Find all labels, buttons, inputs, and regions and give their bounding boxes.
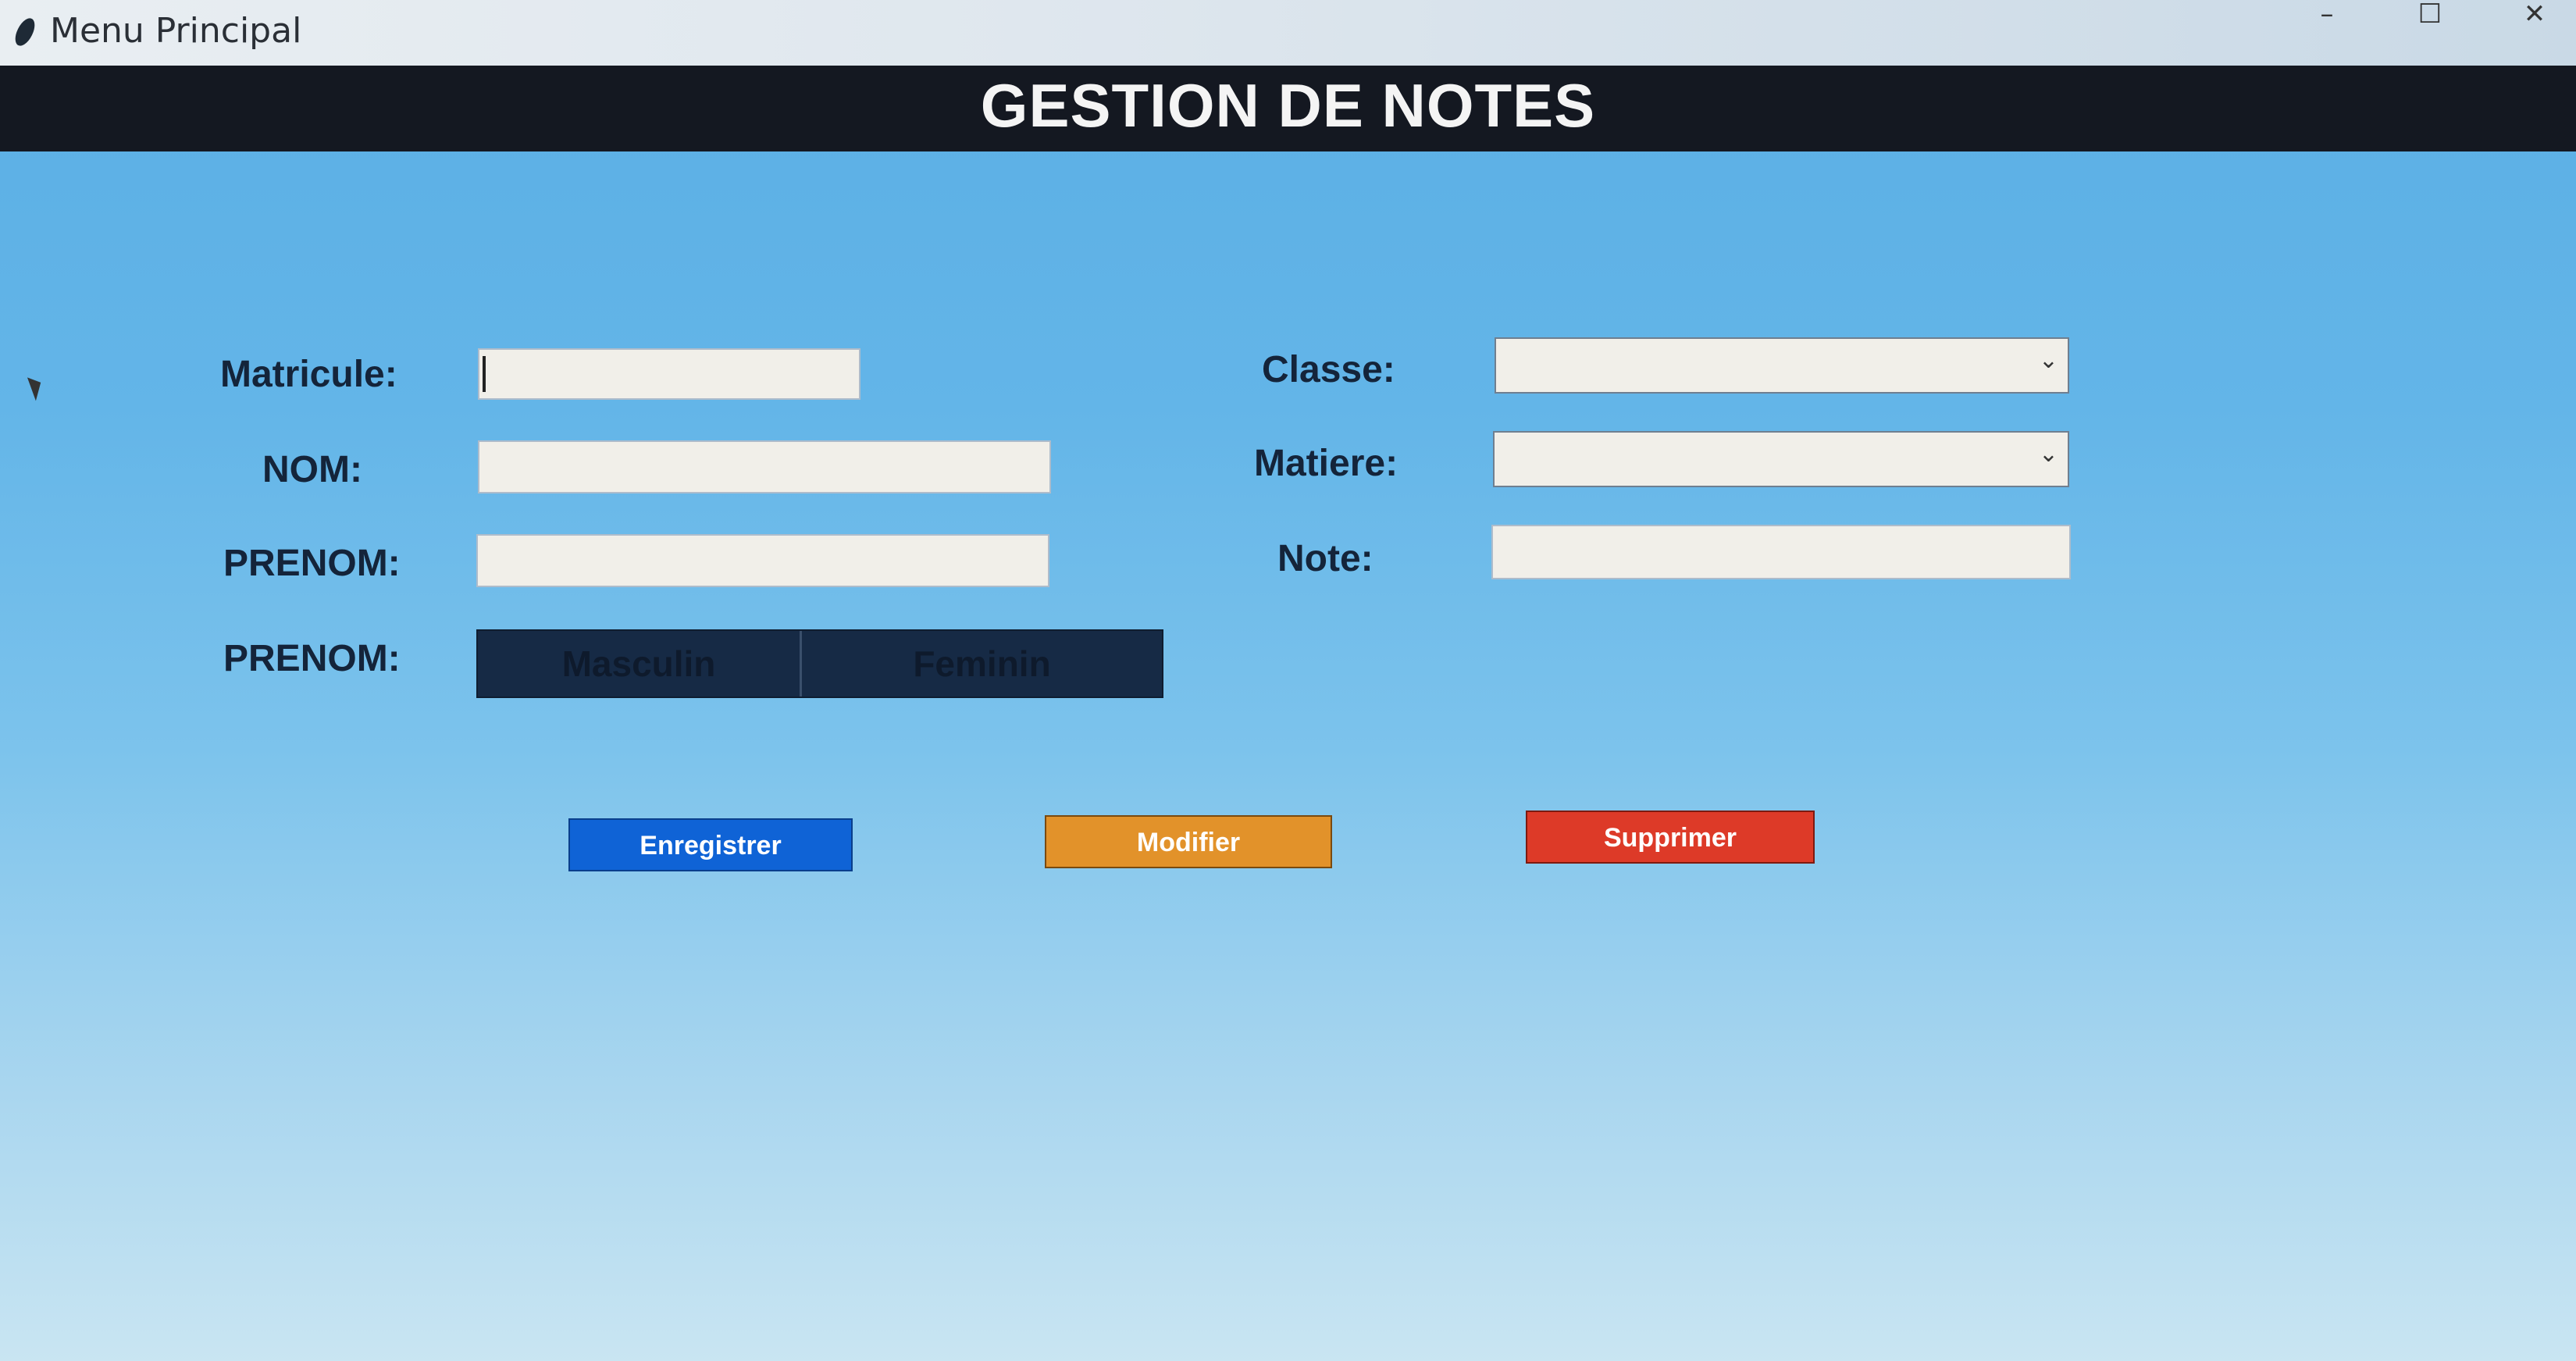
mouse-pointer-icon	[27, 373, 47, 401]
save-button[interactable]: Enregistrer	[568, 818, 853, 871]
classe-label: Classe:	[1262, 349, 1395, 390]
maximize-icon[interactable]: ☐	[2399, 0, 2461, 31]
edit-button[interactable]: Modifier	[1045, 815, 1332, 868]
close-icon[interactable]: ✕	[2503, 0, 2566, 31]
delete-button[interactable]: Supprimer	[1526, 811, 1815, 864]
prenom-label: PRENOM:	[223, 543, 401, 584]
minimize-icon[interactable]: –	[2296, 0, 2358, 31]
feather-icon	[12, 15, 37, 49]
chevron-down-icon[interactable]: ⌄	[2039, 347, 2058, 374]
sexe-radio-group: Masculin Feminin	[476, 629, 1163, 698]
matricule-input[interactable]	[478, 348, 860, 400]
matiere-label: Matiere:	[1254, 443, 1398, 484]
header-banner: GESTION DE NOTES	[0, 66, 2576, 151]
matiere-select[interactable]: ⌄	[1493, 431, 2069, 487]
prenom-input[interactable]	[476, 534, 1049, 587]
note-label: Note:	[1277, 538, 1374, 579]
nom-input[interactable]	[478, 440, 1051, 493]
note-input[interactable]	[1491, 525, 2071, 579]
chevron-down-icon[interactable]: ⌄	[2039, 440, 2058, 468]
text-cursor	[483, 356, 486, 392]
radio-feminin[interactable]: Feminin	[802, 631, 1162, 697]
main-window: Menu Principal – ☐ ✕ GESTION DE NOTES Ma…	[0, 0, 2576, 1361]
page-title: GESTION DE NOTES	[980, 71, 1596, 140]
title-bar: Menu Principal – ☐ ✕	[0, 0, 2576, 66]
matricule-label: Matricule:	[220, 354, 397, 395]
window-title: Menu Principal	[50, 11, 302, 51]
sexe-label: PRENOM:	[223, 638, 401, 679]
nom-label: NOM:	[262, 449, 362, 490]
radio-masculin[interactable]: Masculin	[478, 631, 802, 697]
classe-select[interactable]: ⌄	[1495, 337, 2069, 394]
